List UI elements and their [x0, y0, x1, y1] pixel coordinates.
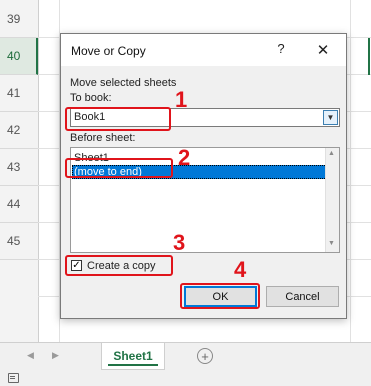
annotation-box-step2	[65, 158, 173, 178]
row-header[interactable]: 44	[0, 186, 38, 223]
list-scrollbar[interactable]: ▲ ▼	[325, 148, 339, 252]
annotation-number-2: 2	[178, 145, 191, 170]
scroll-up-icon[interactable]: ▲	[328, 150, 335, 157]
scroll-down-icon[interactable]: ▼	[328, 240, 335, 247]
row-header[interactable]: 42	[0, 112, 38, 149]
row-header[interactable]: 45	[0, 223, 38, 260]
chevron-down-icon[interactable]: ▼	[323, 110, 338, 125]
cancel-button[interactable]: Cancel	[266, 286, 339, 307]
sheet-tab-sheet1[interactable]: Sheet1	[101, 343, 165, 370]
dialog-title: Move or Copy	[71, 44, 146, 58]
add-sheet-icon[interactable]: +	[197, 348, 213, 364]
before-sheet-label: Before sheet:	[70, 132, 136, 144]
annotation-box-step1	[65, 107, 171, 131]
tab-scroll-left-icon[interactable]: ◀	[27, 350, 34, 361]
annotation-number-4: 4	[234, 257, 247, 282]
row-header-selected[interactable]: 40	[0, 38, 38, 75]
to-book-label: To book:	[70, 92, 112, 104]
tab-scroll-right-icon[interactable]: ▶	[52, 350, 59, 361]
row-header[interactable]: 43	[0, 149, 38, 186]
annotation-number-1: 1	[175, 87, 188, 112]
close-icon[interactable]: ✕	[314, 41, 332, 59]
sheet-tab-bar: ◀ ▶ Sheet1 +	[0, 342, 371, 371]
active-cell-border	[368, 38, 370, 75]
row-header[interactable]: 39	[0, 0, 38, 38]
row-header-column: 39 40 41 42 43 44 45	[0, 0, 39, 342]
row-header[interactable]: 41	[0, 75, 38, 112]
annotation-box-step4	[180, 283, 260, 309]
grid-line	[350, 0, 351, 342]
macro-record-icon[interactable]	[8, 373, 19, 383]
help-icon[interactable]: ?	[273, 41, 289, 59]
move-selected-sheets-label: Move selected sheets	[70, 77, 177, 89]
dialog-titlebar: Move or Copy ? ✕	[61, 34, 346, 66]
status-bar	[0, 370, 371, 386]
annotation-box-step3	[65, 255, 173, 276]
annotation-number-3: 3	[173, 230, 186, 255]
